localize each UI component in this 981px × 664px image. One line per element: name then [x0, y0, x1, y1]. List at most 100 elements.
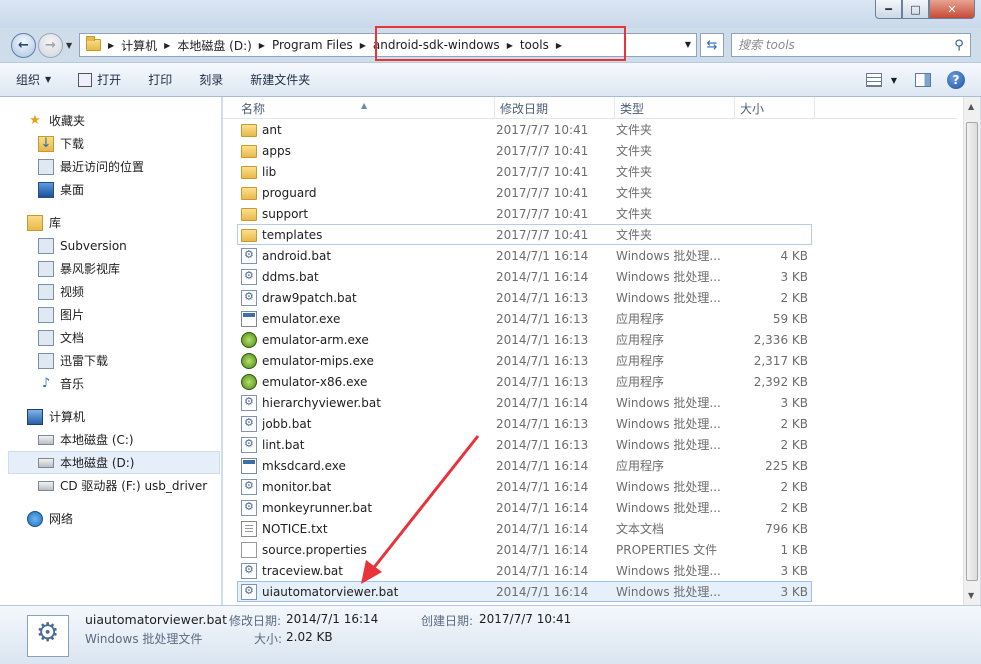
- file-row[interactable]: NOTICE.txt 2014/7/1 16:14 文本文档 796 KB: [237, 518, 812, 539]
- exe-file-icon: [241, 457, 257, 474]
- sidebar-item-desktop[interactable]: 桌面: [0, 178, 221, 201]
- open-button[interactable]: 打开: [78, 71, 121, 88]
- file-row[interactable]: emulator.exe 2014/7/1 16:13 应用程序 59 KB: [237, 308, 812, 329]
- sidebar-item-documents[interactable]: 文档: [0, 326, 221, 349]
- breadcrumb-computer[interactable]: 计算机: [121, 37, 157, 54]
- file-row[interactable]: emulator-arm.exe 2014/7/1 16:13 应用程序 2,336 …: [237, 329, 812, 350]
- file-row[interactable]: emulator-x86.exe 2014/7/1 16:13 应用程序 2,392 …: [237, 371, 812, 392]
- sidebar-item-drive-c[interactable]: 本地磁盘 (C:): [0, 428, 221, 451]
- file-row[interactable]: lint.bat 2014/7/1 16:13 Windows 批处理... 2 KB: [237, 434, 812, 455]
- file-row[interactable]: emulator-mips.exe 2014/7/1 16:13 应用程序 2,317…: [237, 350, 812, 371]
- file-row[interactable]: apps 2017/7/7 10:41 文件夹: [237, 140, 812, 161]
- command-toolbar: 组织 ▼ 打开 打印 刻录 新建文件夹 ▼ ?: [0, 62, 981, 97]
- recent-places-icon: [38, 158, 54, 175]
- breadcrumb-separator-icon[interactable]: ▶: [164, 41, 170, 50]
- library-folder-icon: [38, 260, 54, 277]
- file-size: 3 KB: [780, 269, 808, 284]
- breadcrumb-separator-icon[interactable]: ▶: [259, 41, 265, 50]
- file-row[interactable]: monkeyrunner.bat 2014/7/1 16:14 Windows 批处…: [237, 497, 812, 518]
- back-button[interactable]: ←: [11, 33, 36, 58]
- file-row[interactable]: support 2017/7/7 10:41 文件夹: [237, 203, 812, 224]
- search-input[interactable]: [732, 38, 948, 52]
- search-icon[interactable]: ⚲: [948, 38, 970, 53]
- file-row[interactable]: draw9patch.bat 2014/7/1 16:13 Windows 批处理.…: [237, 287, 812, 308]
- file-row[interactable]: monitor.bat 2014/7/1 16:14 Windows 批处理... 2…: [237, 476, 812, 497]
- file-row[interactable]: ant 2017/7/7 10:41 文件夹: [237, 119, 812, 140]
- file-type: 文件夹: [616, 228, 653, 242]
- column-header-name[interactable]: ▲ 名称: [223, 97, 495, 119]
- organize-button[interactable]: 组织 ▼: [16, 71, 51, 88]
- file-row[interactable]: jobb.bat 2014/7/1 16:13 Windows 批处理... 2 KB: [237, 413, 812, 434]
- breadcrumb-drive-d[interactable]: 本地磁盘 (D:): [177, 37, 251, 54]
- sidebar-item-recent[interactable]: 最近访问的位置: [0, 155, 221, 178]
- close-button[interactable]: ✕: [929, 0, 975, 19]
- file-name: traceview.bat: [262, 563, 343, 578]
- star-icon: ★: [29, 113, 41, 128]
- details-file-name: uiautomatorviewer.bat: [85, 612, 227, 627]
- sidebar-item-pictures[interactable]: 图片: [0, 303, 221, 326]
- sidebar-item-network[interactable]: 网络: [0, 507, 221, 530]
- folder-file-icon: [241, 229, 257, 242]
- maximize-button[interactable]: □: [902, 0, 929, 19]
- folder-file-icon: [241, 145, 257, 158]
- file-type: 应用程序: [616, 459, 665, 473]
- downloads-folder-icon: ↓: [38, 135, 54, 152]
- view-controls: ▼ ?: [865, 71, 965, 89]
- bat-file-icon: [241, 562, 257, 579]
- vertical-scrollbar[interactable]: ▲ ▼: [963, 97, 980, 605]
- file-row[interactable]: traceview.bat 2014/7/1 16:14 Windows 批处理..…: [237, 560, 812, 581]
- file-type: Windows 批处理...: [616, 417, 721, 431]
- sidebar-item-computer[interactable]: 计算机: [0, 405, 221, 428]
- file-row[interactable]: android.bat 2014/7/1 16:14 Windows 批处理... 4…: [237, 245, 812, 266]
- sidebar-item-libraries[interactable]: 库: [0, 211, 221, 234]
- file-row[interactable]: source.properties 2014/7/1 16:14 PROPERTIE…: [237, 539, 812, 560]
- column-header-type[interactable]: 类型: [615, 97, 735, 119]
- history-dropdown-icon[interactable]: ▼: [66, 41, 72, 50]
- preview-pane-icon[interactable]: [915, 73, 931, 87]
- breadcrumb-separator-icon[interactable]: ▶: [108, 41, 114, 50]
- help-icon[interactable]: ?: [947, 71, 965, 89]
- column-header-date[interactable]: 修改日期: [495, 97, 615, 119]
- address-dropdown-icon[interactable]: ▼: [685, 40, 691, 49]
- file-row[interactable]: mksdcard.exe 2014/7/1 16:14 应用程序 225 KB: [237, 455, 812, 476]
- scrollbar-thumb[interactable]: [966, 122, 978, 581]
- sidebar-item-favorites[interactable]: ★ 收藏夹: [0, 109, 221, 132]
- sidebar-item-music[interactable]: ♪ 音乐: [0, 372, 221, 395]
- sidebar-item-videos[interactable]: 视频: [0, 280, 221, 303]
- sidebar-item-subversion[interactable]: Subversion: [0, 234, 221, 257]
- scroll-down-icon[interactable]: ▼: [968, 591, 974, 600]
- view-details-icon[interactable]: [865, 73, 882, 87]
- sidebar-item-xunlei[interactable]: 迅雷下载: [0, 349, 221, 372]
- file-type: 文件夹: [616, 186, 653, 200]
- breadcrumb-separator-icon[interactable]: ▶: [360, 41, 366, 50]
- column-header-size[interactable]: 大小: [735, 97, 815, 119]
- new-folder-button[interactable]: 新建文件夹: [250, 71, 310, 88]
- view-dropdown-icon[interactable]: ▼: [891, 76, 897, 85]
- print-button[interactable]: 打印: [148, 71, 172, 88]
- file-row[interactable]: proguard 2017/7/7 10:41 文件夹: [237, 182, 812, 203]
- file-name-cell: jobb.bat: [238, 415, 496, 432]
- sidebar-item-drive-f[interactable]: CD 驱动器 (F:) usb_driver: [0, 474, 221, 497]
- sidebar-item-drive-d[interactable]: 本地磁盘 (D:): [8, 451, 220, 474]
- file-row[interactable]: hierarchyviewer.bat 2014/7/1 16:14 Windows…: [237, 392, 812, 413]
- file-size: 3 KB: [780, 584, 808, 599]
- file-name-cell: monitor.bat: [238, 478, 496, 495]
- file-name-cell: draw9patch.bat: [238, 289, 496, 306]
- file-row[interactable]: templates 2017/7/7 10:41 文件夹: [237, 224, 812, 245]
- search-box[interactable]: ⚲: [731, 33, 971, 57]
- sidebar-item-downloads[interactable]: ↓ 下载: [0, 132, 221, 155]
- breadcrumb-program-files[interactable]: Program Files: [272, 38, 353, 52]
- forward-button[interactable]: →: [38, 33, 63, 58]
- file-row[interactable]: uiautomatorviewer.bat 2014/7/1 16:14 Windo…: [237, 581, 812, 602]
- sidebar-item-label: 桌面: [60, 183, 85, 197]
- scroll-up-icon[interactable]: ▲: [968, 102, 974, 111]
- refresh-button[interactable]: ⇆: [700, 33, 724, 57]
- file-name: ddms.bat: [262, 269, 319, 284]
- minimize-button[interactable]: ━: [875, 0, 902, 19]
- file-row[interactable]: lib 2017/7/7 10:41 文件夹: [237, 161, 812, 182]
- file-name-cell: emulator-mips.exe: [238, 352, 496, 369]
- sidebar-item-baofeng[interactable]: 暴风影视库: [0, 257, 221, 280]
- details-size-label: 大小:: [254, 632, 283, 646]
- burn-button[interactable]: 刻录: [199, 71, 223, 88]
- file-row[interactable]: ddms.bat 2014/7/1 16:14 Windows 批处理... 3 KB: [237, 266, 812, 287]
